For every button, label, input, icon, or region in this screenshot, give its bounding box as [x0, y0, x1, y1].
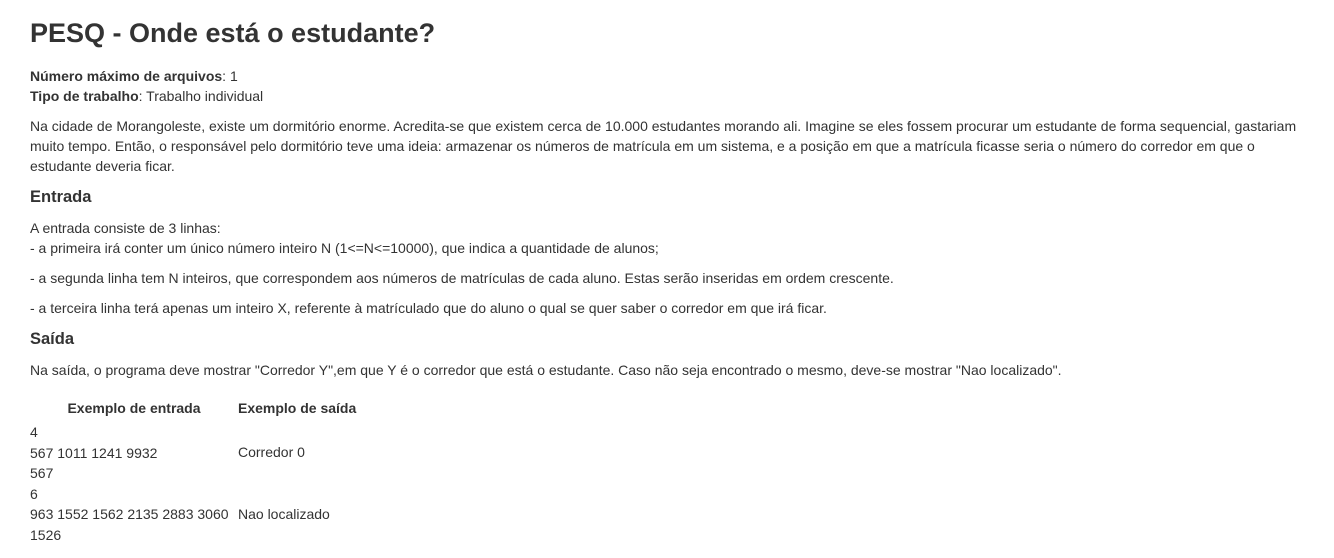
problem-description: Na cidade de Morangoleste, existe um dor…: [30, 118, 1297, 174]
input-description-3: - a terceira linha terá apenas um inteir…: [30, 300, 827, 316]
max-files-row: Número máximo de arquivos: 1: [30, 66, 1304, 86]
input-description-1: A entrada consiste de 3 linhas: - a prim…: [30, 218, 1304, 258]
example-output-cell: Nao localizado: [238, 505, 330, 522]
example-output-cell: Corredor 0: [238, 444, 305, 460]
example-output-header: Exemplo de saída: [238, 400, 357, 416]
example-input-cell: 6 963 1552 1562 2135 2883 3060 1526: [30, 484, 238, 546]
input-heading: Entrada: [30, 188, 92, 206]
example-input-line: 567: [30, 465, 54, 481]
example-input-cell: 4 567 1011 1241 9932 567: [30, 422, 238, 484]
example-input-line: 1526: [30, 526, 62, 543]
work-type-row: Tipo de trabalho: Trabalho individual: [30, 86, 1304, 106]
problem-meta: Número máximo de arquivos: 1 Tipo de tra…: [30, 66, 1304, 106]
examples-table: Exemplo de entrada Exemplo de saída 4 56…: [30, 390, 368, 545]
example-input-header: Exemplo de entrada: [67, 400, 201, 416]
example-row: 6 963 1552 1562 2135 2883 3060 1526 Nao …: [30, 484, 368, 546]
examples-header-row: Exemplo de entrada Exemplo de saída: [30, 390, 368, 422]
max-files-value: : 1: [222, 68, 238, 84]
input-description-2: - a segunda linha tem N inteiros, que co…: [30, 270, 894, 286]
problem-page: PESQ - Onde está o estudante? Número máx…: [0, 0, 1334, 545]
input-line-intro: A entrada consiste de 3 linhas:: [30, 220, 221, 236]
example-input-line: 567 1011 1241 9932: [30, 444, 158, 461]
example-input-line: 4: [30, 424, 38, 440]
work-type-label: Tipo de trabalho: [30, 88, 139, 104]
example-row: 4 567 1011 1241 9932 567 Corredor 0: [30, 422, 368, 484]
output-description: Na saída, o programa deve mostrar "Corre…: [30, 362, 1062, 378]
page-title: PESQ - Onde está o estudante?: [30, 18, 436, 48]
example-input-line: 963 1552 1562 2135 2883 3060: [30, 506, 229, 522]
work-type-value: : Trabalho individual: [138, 88, 264, 104]
max-files-label: Número máximo de arquivos: [30, 68, 223, 84]
example-input-line: 6: [30, 485, 38, 502]
output-heading: Saída: [30, 330, 75, 348]
input-line-first: - a primeira irá conter um único número …: [30, 240, 659, 256]
